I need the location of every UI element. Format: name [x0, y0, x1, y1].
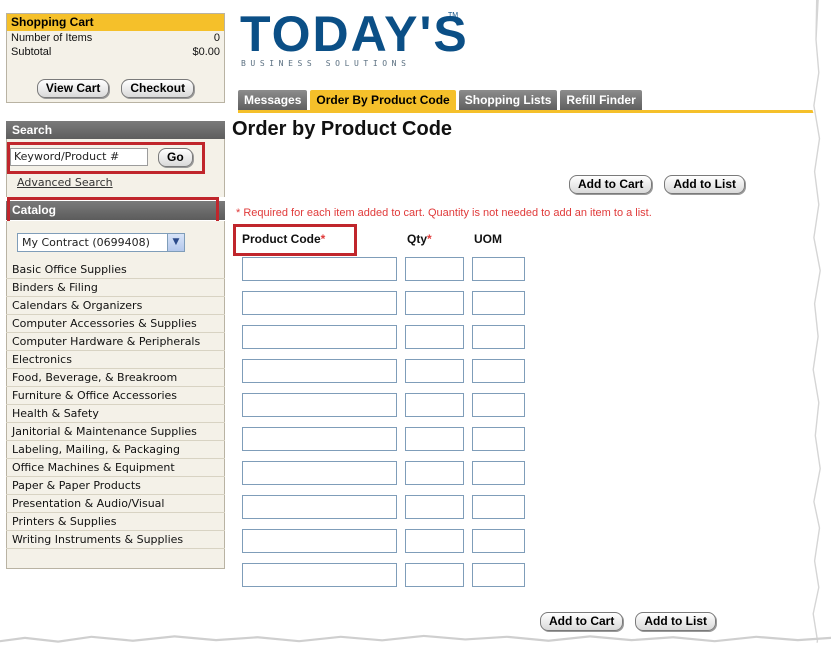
tab-bar: Messages Order By Product Code Shopping …: [238, 90, 642, 110]
qty-input[interactable]: [405, 291, 464, 315]
catalog-category-item[interactable]: Furniture & Office Accessories: [6, 387, 225, 405]
add-to-list-button-bottom[interactable]: Add to List: [635, 612, 716, 631]
items-value: 0: [213, 32, 220, 44]
logo-subtitle: BUSINESS SOLUTIONS: [241, 59, 411, 68]
torn-edge-bottom: [0, 638, 831, 660]
tab-order-by-product-code[interactable]: Order By Product Code: [310, 90, 456, 110]
product-code-input[interactable]: [242, 291, 397, 315]
add-to-list-button-top[interactable]: Add to List: [664, 175, 745, 194]
catalog-category-item[interactable]: Printers & Supplies: [6, 513, 225, 531]
product-code-input[interactable]: [242, 359, 397, 383]
tab-shopping-lists[interactable]: Shopping Lists: [458, 90, 558, 110]
catalog-category-item[interactable]: Janitorial & Maintenance Supplies: [6, 423, 225, 441]
catalog-category-item[interactable]: Paper & Paper Products: [6, 477, 225, 495]
qty-input[interactable]: [405, 359, 464, 383]
required-note: * Required for each item added to cart. …: [236, 207, 652, 219]
catalog-category-item[interactable]: Basic Office Supplies: [6, 261, 225, 279]
qty-header: Qty*: [407, 232, 432, 246]
contract-select-value: My Contract (0699408): [22, 236, 150, 249]
uom-input[interactable]: [472, 325, 525, 349]
product-code-input[interactable]: [242, 325, 397, 349]
contract-select[interactable]: My Contract (0699408) ▼: [17, 233, 185, 252]
uom-input[interactable]: [472, 529, 525, 553]
product-code-input[interactable]: [242, 563, 397, 587]
catalog-category-item[interactable]: Computer Hardware & Peripherals: [6, 333, 225, 351]
uom-input[interactable]: [472, 291, 525, 315]
items-label: Number of Items: [11, 32, 93, 44]
uom-input[interactable]: [472, 359, 525, 383]
catalog-category-item[interactable]: Office Machines & Equipment: [6, 459, 225, 477]
cart-buttons: View Cart Checkout: [7, 79, 224, 98]
catalog-category-item[interactable]: Computer Accessories & Supplies: [6, 315, 225, 333]
catalog-category-item[interactable]: Calendars & Organizers: [6, 297, 225, 315]
qty-input[interactable]: [405, 257, 464, 281]
search-highlight-box: [7, 142, 205, 174]
qty-header-label: Qty: [407, 232, 428, 246]
uom-input[interactable]: [472, 393, 525, 417]
subtotal-row: Subtotal $0.00: [7, 45, 224, 59]
uom-input[interactable]: [472, 427, 525, 451]
search-heading: Search: [6, 121, 225, 140]
qty-input[interactable]: [405, 427, 464, 451]
qty-input[interactable]: [405, 529, 464, 553]
subtotal-value: $0.00: [192, 46, 220, 58]
page-title: Order by Product Code: [232, 118, 453, 140]
uom-input[interactable]: [472, 257, 525, 281]
items-row: Number of Items 0: [7, 31, 224, 45]
add-to-cart-button-bottom[interactable]: Add to Cart: [540, 612, 624, 631]
logo-trademark: TM: [448, 12, 459, 19]
product-code-input[interactable]: [242, 495, 397, 519]
product-code-highlight-box: [233, 224, 357, 256]
view-cart-button[interactable]: View Cart: [36, 79, 110, 98]
tab-underline: [238, 110, 828, 113]
qty-required-star: *: [427, 232, 432, 246]
page: Shopping Cart Number of Items 0 Subtotal…: [0, 0, 831, 660]
checkout-button[interactable]: Checkout: [121, 79, 195, 98]
shopping-cart-title: Shopping Cart: [7, 14, 224, 31]
qty-input[interactable]: [405, 325, 464, 349]
catalog-category-item[interactable]: Health & Safety: [6, 405, 225, 423]
subtotal-label: Subtotal: [11, 46, 52, 58]
qty-input[interactable]: [405, 495, 464, 519]
top-action-buttons: Add to Cart Add to List: [569, 175, 745, 194]
tab-messages[interactable]: Messages: [238, 90, 308, 110]
catalog-category-item[interactable]: Labeling, Mailing, & Packaging: [6, 441, 225, 459]
qty-input[interactable]: [405, 563, 464, 587]
catalog-category-item[interactable]: Electronics: [6, 351, 225, 369]
bottom-action-buttons: Add to Cart Add to List: [540, 612, 716, 631]
category-list: Basic Office Supplies Binders & Filing Cal…: [6, 261, 225, 549]
uom-header: UOM: [474, 232, 502, 246]
product-code-input[interactable]: [242, 427, 397, 451]
catalog-category-item[interactable]: Binders & Filing: [6, 279, 225, 297]
advanced-search-link[interactable]: Advanced Search: [17, 176, 113, 189]
torn-edge-right: [809, 0, 831, 660]
add-to-cart-button-top[interactable]: Add to Cart: [569, 175, 653, 194]
catalog-category-item[interactable]: Presentation & Audio/Visual: [6, 495, 225, 513]
chevron-down-icon[interactable]: ▼: [167, 234, 184, 251]
tab-refill-finder[interactable]: Refill Finder: [560, 90, 642, 110]
logo-text: TODAY'S: [240, 6, 469, 62]
qty-input[interactable]: [405, 461, 464, 485]
uom-input[interactable]: [472, 563, 525, 587]
catalog-highlight-box: [7, 197, 219, 224]
uom-input[interactable]: [472, 495, 525, 519]
product-code-input[interactable]: [242, 393, 397, 417]
shopping-cart-panel: Shopping Cart Number of Items 0 Subtotal…: [6, 13, 225, 103]
catalog-category-item[interactable]: Writing Instruments & Supplies: [6, 531, 225, 549]
catalog-category-item[interactable]: Food, Beverage, & Breakroom: [6, 369, 225, 387]
product-code-input[interactable]: [242, 257, 397, 281]
qty-input[interactable]: [405, 393, 464, 417]
uom-input[interactable]: [472, 461, 525, 485]
product-code-input[interactable]: [242, 529, 397, 553]
product-code-input[interactable]: [242, 461, 397, 485]
